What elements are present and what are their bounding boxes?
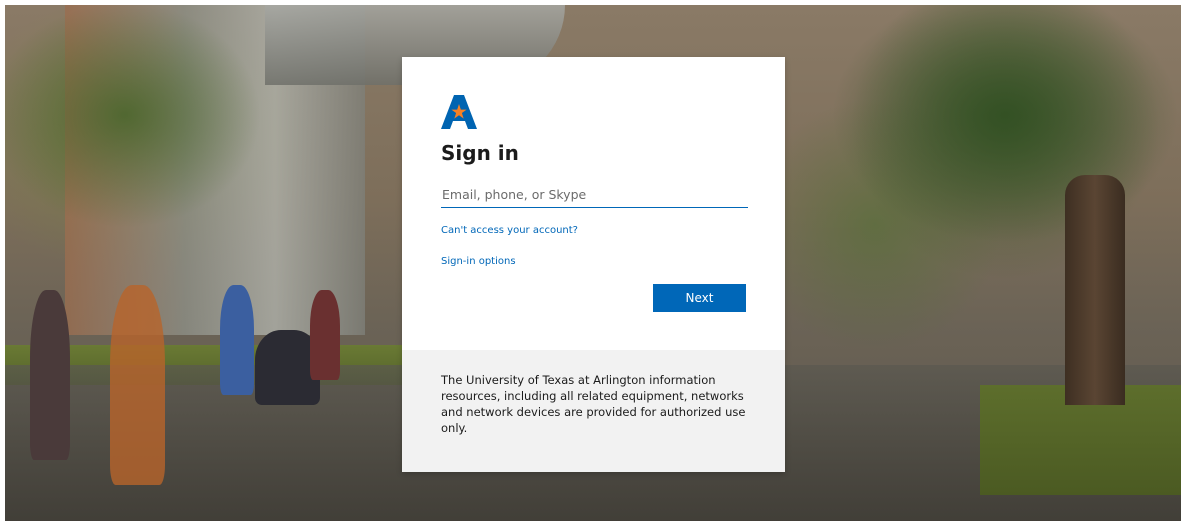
page-title: Sign in — [441, 141, 519, 165]
uta-logo-icon — [441, 95, 477, 129]
background-person — [220, 285, 254, 395]
cant-access-account-link[interactable]: Can't access your account? — [441, 225, 578, 236]
background-person — [30, 290, 70, 460]
background-person — [310, 290, 340, 380]
authorized-use-notice: The University of Texas at Arlington inf… — [441, 373, 746, 435]
background-person — [110, 285, 165, 485]
signin-form: Sign in Can't access your account? Sign-… — [402, 57, 785, 350]
background-tree-left — [5, 5, 365, 305]
next-button[interactable]: Next — [653, 284, 746, 312]
notice-panel: The University of Texas at Arlington inf… — [402, 350, 785, 472]
signin-options-link[interactable]: Sign-in options — [441, 256, 516, 267]
background-tree-trunk — [1065, 175, 1125, 405]
email-input[interactable] — [441, 181, 748, 208]
signin-card: Sign in Can't access your account? Sign-… — [402, 57, 785, 472]
